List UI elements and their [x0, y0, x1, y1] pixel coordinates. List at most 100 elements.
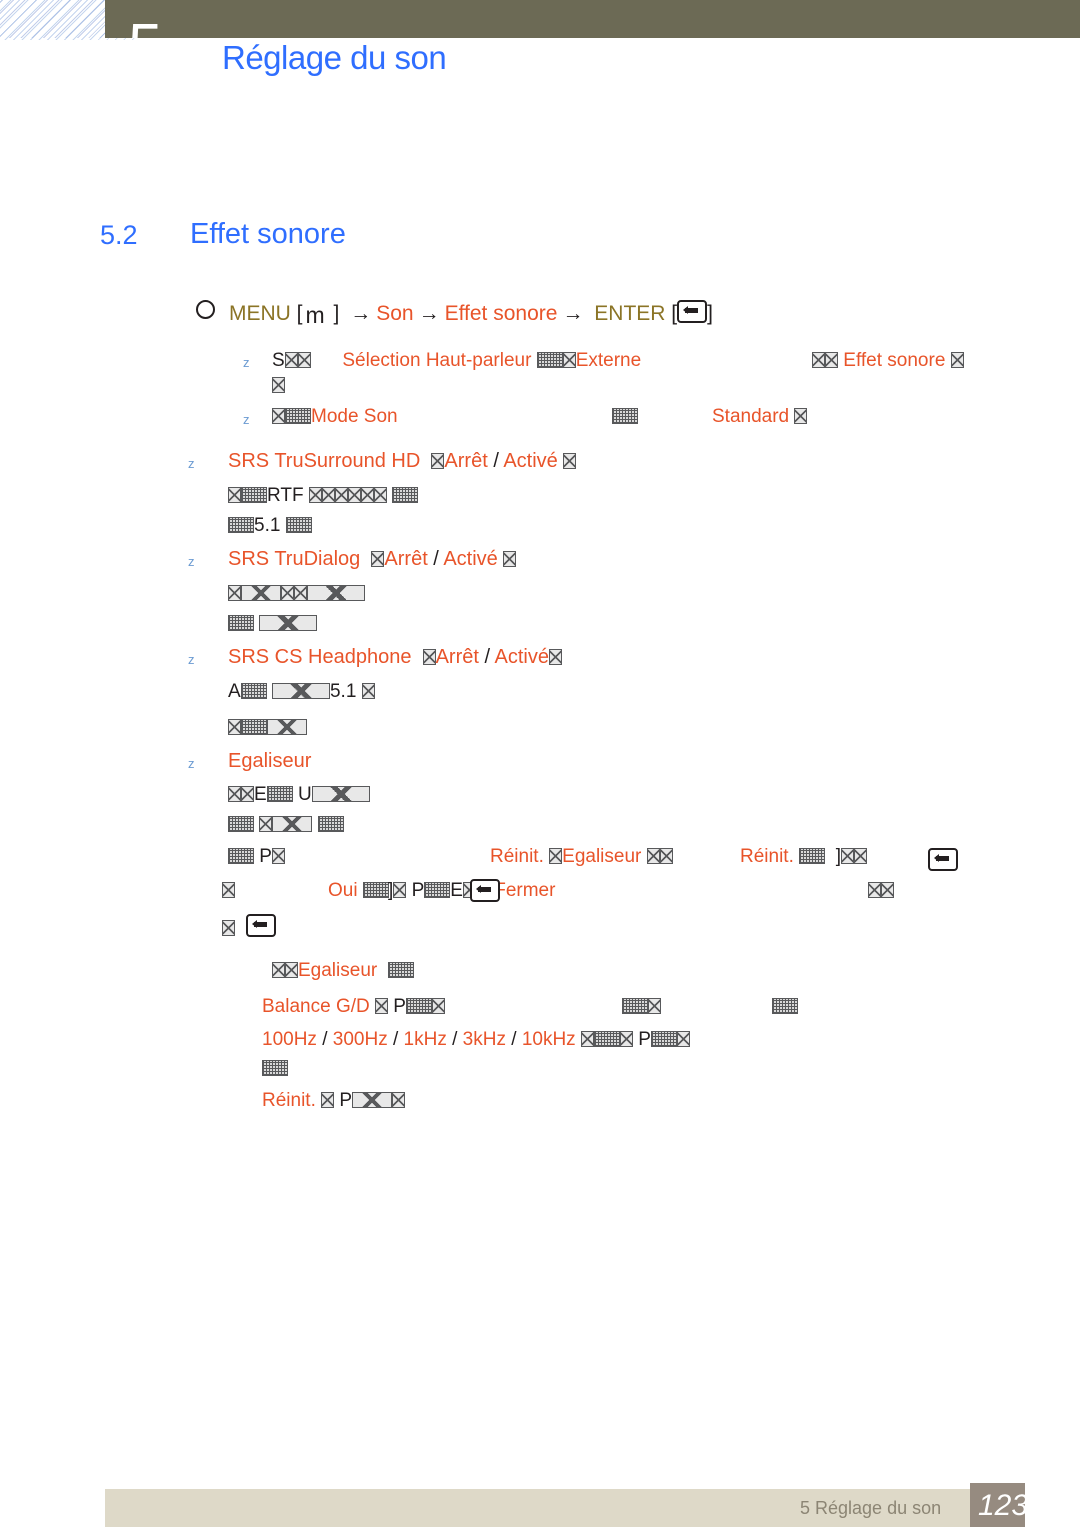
missing-glyph-icon [612, 408, 638, 424]
note-51-text: 5.1 [254, 515, 281, 536]
missing-glyph-icon [285, 517, 312, 533]
srs-trusurround-note-1: RTF [228, 485, 419, 507]
effet-sonore-ref: Effet sonore [843, 350, 946, 371]
band-10khz: 10kHz [521, 1029, 576, 1050]
missing-glyph-icon [392, 487, 419, 503]
sub-egaliseur-label: Egaliseur [298, 960, 378, 981]
missing-glyph-icon [267, 719, 307, 735]
missing-glyph-icon [853, 848, 867, 864]
missing-glyph-icon [311, 786, 370, 802]
bullet-circle-icon [196, 300, 215, 319]
missing-glyph-icon [405, 998, 432, 1014]
srs-cs-note-1: A 5.1 [228, 681, 375, 703]
arrow-2-icon: → [418, 302, 440, 325]
page-title: Effet sonore [190, 218, 346, 250]
missing-glyph-icon [241, 719, 267, 735]
missing-glyph-icon [281, 585, 294, 601]
missing-glyph-icon [272, 962, 285, 978]
bullet-z-3: z [188, 456, 195, 471]
bracket-close: ] [327, 302, 346, 325]
arrow-1-icon: → [350, 302, 372, 325]
item-speaker-select: S Sélection Haut-parleur Externe [272, 350, 641, 372]
missing-glyph-icon [228, 719, 241, 735]
sub-item-frequency-note [262, 1058, 288, 1080]
reset-block-line2-right [868, 880, 894, 902]
band-100hz: 100Hz [262, 1029, 317, 1050]
band-300hz: 300Hz [332, 1029, 388, 1050]
missing-glyph-icon [259, 816, 273, 832]
missing-glyph-icon [840, 848, 854, 864]
missing-glyph-icon [650, 1031, 677, 1047]
missing-glyph-icon [431, 998, 445, 1014]
reset-block-line1-right: Réinit. ] [740, 846, 867, 868]
e-glyph: E [450, 880, 463, 901]
missing-glyph-icon [228, 848, 254, 864]
bullet-z-4: z [188, 554, 195, 569]
missing-glyph-icon [794, 408, 808, 424]
missing-glyph-icon [387, 962, 414, 978]
missing-glyph-icon [536, 352, 563, 368]
reset-egaliseur-label: Egaliseur [562, 846, 642, 867]
missing-glyph-icon [272, 377, 285, 393]
menu-label: MENU [229, 302, 291, 325]
bullet-z-5: z [188, 652, 195, 667]
band-1khz: 1kHz [403, 1029, 447, 1050]
missing-glyph-icon [659, 848, 673, 864]
missing-glyph-icon [285, 962, 298, 978]
missing-glyph-icon [307, 585, 365, 601]
enter-key-icon [928, 848, 958, 871]
srs-trusurround-note-2: 5.1 [228, 515, 312, 537]
menu-step-effet-sonore: Effet sonore [444, 302, 558, 325]
bullet-z-2: z [243, 412, 250, 427]
missing-glyph-icon [228, 585, 241, 601]
speaker-select-label: Sélection Haut-parleur [342, 350, 532, 371]
sub-item-balance-gap2 [772, 996, 798, 1018]
missing-glyph-icon [371, 551, 385, 567]
missing-glyph-icon [375, 998, 389, 1014]
missing-glyph-icon [580, 1031, 594, 1047]
reset-block-enter-icon-wrap [928, 848, 958, 874]
missing-glyph-icon [272, 816, 313, 832]
missing-glyph-icon [241, 585, 281, 601]
bracket-open-2: [ [665, 302, 678, 325]
missing-glyph-icon [799, 848, 826, 864]
missing-glyph-icon [593, 1031, 620, 1047]
missing-glyph-icon [360, 487, 374, 503]
p-glyph: P [411, 880, 425, 901]
missing-glyph-icon [228, 517, 254, 533]
missing-glyph-icon [259, 615, 318, 631]
srs-trudialog-note-2 [228, 613, 318, 635]
item-sound-mode-gap [612, 406, 638, 428]
missing-glyph-icon [271, 683, 330, 699]
speaker-select-value: Externe [575, 350, 642, 371]
item-srs-cs-headphone: SRS CS Headphone Arrêt / Activé [228, 646, 562, 669]
missing-glyph-icon [431, 453, 445, 469]
menu-path: MENU [m ] → Son → Effet sonore → ENTER [] [196, 300, 713, 329]
missing-glyph-icon [950, 352, 964, 368]
missing-glyph-icon [228, 816, 254, 832]
note-rtf-text: RTF [267, 485, 304, 506]
missing-glyph-icon [294, 585, 307, 601]
bracket-close-2: ] [707, 302, 713, 325]
srs-trudialog-option-off: Arrêt [384, 548, 428, 570]
missing-glyph-icon [241, 487, 267, 503]
missing-glyph-icon [361, 683, 375, 699]
item-speaker-select-trailing: Effet sonore [812, 350, 964, 372]
menu-key-glyph: m [305, 302, 325, 328]
srs-cs-headphone-label: SRS CS Headphone [228, 646, 412, 668]
srs-trusurround-option-on: Activé [503, 450, 558, 472]
missing-glyph-icon [503, 551, 517, 567]
missing-glyph-icon [266, 786, 293, 802]
missing-glyph-icon [393, 882, 407, 898]
missing-glyph-icon [362, 882, 389, 898]
missing-glyph-icon [297, 352, 311, 368]
sub-item-frequency-bands: 100Hz / 300Hz / 1kHz / 3kHz / 10kHz P [262, 1029, 690, 1051]
missing-glyph-icon [619, 1031, 633, 1047]
reset-block-line2-yes: Oui [328, 880, 389, 902]
reinit-sub-label: Réinit. [262, 1090, 316, 1111]
missing-glyph-icon [881, 882, 894, 898]
missing-glyph-icon [622, 998, 648, 1014]
srs-trudialog-option-on: Activé [443, 548, 498, 570]
bullet-z-1: z [243, 355, 250, 370]
srs-cs-option-off: Arrêt [435, 646, 479, 668]
